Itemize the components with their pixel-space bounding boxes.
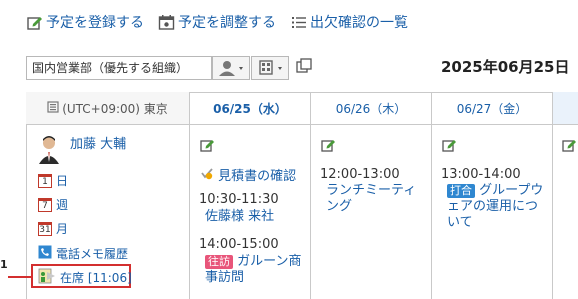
menu-day-label: 日 <box>56 174 69 188</box>
add-event-icon-day1[interactable] <box>200 137 216 157</box>
event-4-tag: 打合 <box>447 184 475 198</box>
todo-item[interactable]: 見積書の確認 <box>200 167 296 185</box>
org-select[interactable]: 国内営業部（優先する組織） <box>26 56 212 80</box>
calendar-day-icon: 1 <box>38 173 52 188</box>
day-header-2-label: 06/26（木） <box>335 101 407 116</box>
attendance-list-label: 出欠確認の一覧 <box>310 15 408 31</box>
add-event-icon-day4[interactable] <box>562 137 578 157</box>
adjust-schedule-label: 予定を調整する <box>178 15 276 31</box>
menu-phone-memo-link[interactable]: 電話メモ履歴 <box>38 245 128 262</box>
todo-icon <box>200 168 218 184</box>
event-4[interactable]: 打合 グループウェアの運用について <box>447 183 549 231</box>
adjust-schedule-link[interactable]: 予定を調整する <box>158 12 276 32</box>
timezone-header: (UTC+09:00) 東京 <box>26 92 190 125</box>
action-bar: 予定を登録する 予定を調整する 出欠確認の一覧 <box>26 12 408 32</box>
event-2-time: 14:00-15:00 <box>199 237 279 252</box>
menu-day-link[interactable]: 1 日 <box>38 172 68 189</box>
event-2[interactable]: 往訪 ガルーン商事訪問 <box>205 254 307 286</box>
menu-week-label: 週 <box>56 198 69 212</box>
copy-icon[interactable] <box>296 58 312 74</box>
event-2-tag: 往訪 <box>205 255 233 269</box>
day-header-1-label: 06/25（水） <box>213 101 287 116</box>
menu-phone-memo-label: 電話メモ履歴 <box>56 247 129 261</box>
event-3-time: 12:00-13:00 <box>320 167 400 182</box>
day-header-3-label: 06/27（金） <box>456 101 528 116</box>
callout-number: 1 <box>0 258 8 271</box>
org-select-value: 国内営業部（優先する組織） <box>32 61 189 75</box>
add-event-icon-day2[interactable] <box>321 137 337 157</box>
day-header-3[interactable]: 06/27（金） <box>432 92 553 125</box>
list-icon <box>290 14 307 31</box>
register-schedule-label: 予定を登録する <box>46 15 144 31</box>
user-icon <box>219 61 243 76</box>
callout-line <box>8 276 32 278</box>
menu-month-link[interactable]: 31 月 <box>38 220 68 237</box>
register-schedule-link[interactable]: 予定を登録する <box>26 12 144 32</box>
facility-select-button[interactable] <box>251 56 289 80</box>
menu-month-label: 月 <box>56 222 69 236</box>
event-3-title[interactable]: ランチミーティング <box>326 183 426 215</box>
day-header-1[interactable]: 06/25（水） <box>190 92 311 125</box>
user-select-button[interactable] <box>212 56 250 80</box>
event-1-title[interactable]: 佐藤様 来社 <box>205 209 274 225</box>
presence-icon <box>38 268 56 287</box>
event-4-time: 13:00-14:00 <box>441 167 521 182</box>
timezone-icon <box>47 100 59 116</box>
presence-status-link[interactable]: 在席 [11:06] <box>38 268 132 287</box>
event-1-time: 10:30-11:30 <box>199 192 279 207</box>
todo-label: 見積書の確認 <box>218 169 297 184</box>
timezone-label: (UTC+09:00) 東京 <box>62 101 168 116</box>
day-header-4-partial <box>553 92 578 125</box>
current-date: 2025年06月25日 <box>441 58 570 76</box>
calendar-adjust-icon <box>158 14 175 31</box>
user-name-link[interactable]: 加藤 大輔 <box>70 137 126 153</box>
add-event-icon-day3[interactable] <box>442 137 458 157</box>
calendar-month-icon: 31 <box>38 221 52 236</box>
phone-memo-icon <box>38 245 52 262</box>
attendance-list-link[interactable]: 出欠確認の一覧 <box>290 12 408 32</box>
day-header-2[interactable]: 06/26（木） <box>311 92 432 125</box>
facility-icon <box>259 60 282 75</box>
edit-icon <box>26 14 43 31</box>
presence-label: 在席 [11:06] <box>60 271 132 285</box>
avatar <box>37 134 61 164</box>
calendar-week-icon: 7 <box>38 197 52 212</box>
menu-week-link[interactable]: 7 週 <box>38 196 68 213</box>
